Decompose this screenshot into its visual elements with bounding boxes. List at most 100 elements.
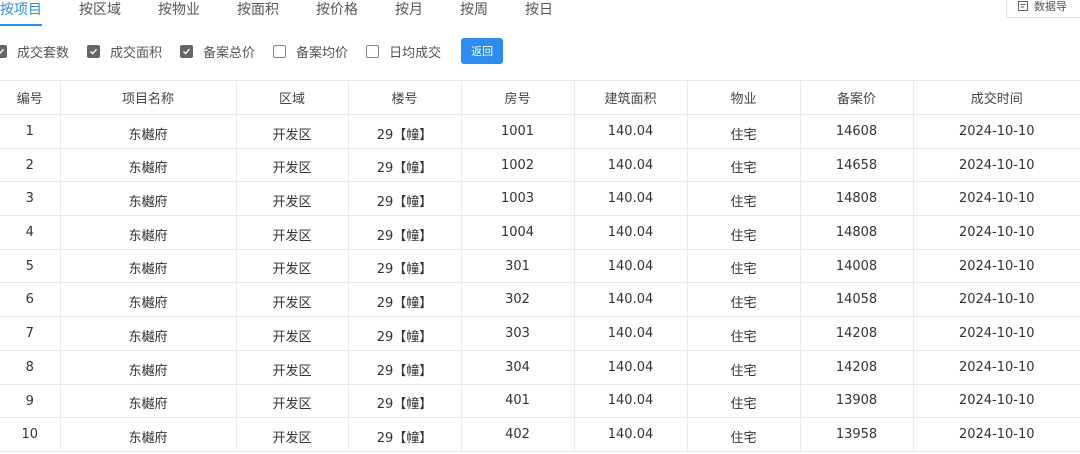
table-cell: 东樾府 <box>60 417 237 452</box>
table-cell: 开发区 <box>236 350 349 385</box>
table-row[interactable]: 1 东樾府 开发区 29【幢】 1001 140.04 住宅 14608 2024-10-10 <box>0 114 1080 149</box>
table-cell: 东樾府 <box>60 350 237 385</box>
table-cell: 东樾府 <box>60 282 237 318</box>
table-cell: 3 <box>0 181 61 217</box>
table-cell: 14808 <box>800 181 914 217</box>
table-cell: 13908 <box>800 384 914 419</box>
table-cell: 开发区 <box>236 215 349 250</box>
export-data-button[interactable]: 数据导 <box>1006 0 1080 18</box>
table-cell: 140.04 <box>574 350 688 385</box>
page-root: 按项目 按区域 按物业 按面积 按价格 按月 按周 按日 数据导 成交套数 成交面积 备案总价 备案… <box>0 0 1080 454</box>
table-cell: 东樾府 <box>60 114 237 149</box>
table-cell: 2024-10-10 <box>913 215 1080 250</box>
table-row[interactable]: 5 东樾府 开发区 29【幢】 301 140.04 住宅 14008 2024-10-10 <box>0 249 1080 284</box>
checkbox-checked-icon[interactable] <box>87 44 101 58</box>
table-row[interactable]: 9 东樾府 开发区 29【幢】 401 140.04 住宅 13908 2024-10-10 <box>0 384 1080 419</box>
table-cell: 住宅 <box>687 148 801 183</box>
table-cell: 29【幢】 <box>348 215 462 250</box>
tab-1[interactable]: 按区域 <box>79 0 121 26</box>
table-cell: 402 <box>461 417 575 452</box>
table-row[interactable]: 7 东樾府 开发区 29【幢】 303 140.04 住宅 14208 2024-10-10 <box>0 316 1080 351</box>
table-cell: 开发区 <box>236 181 349 217</box>
table-cell: 140.04 <box>574 148 688 183</box>
export-file-icon <box>1017 0 1029 12</box>
column-header[interactable]: 区域 <box>236 80 349 115</box>
transaction-table: 编号 项目名称 区域 楼号 房号 建筑面积 物业 备案价 成交时间 1 东樾府 开发区 29【幢】 10… <box>0 80 1080 452</box>
table-cell: 2024-10-10 <box>913 282 1080 318</box>
table-cell: 8 <box>0 350 61 385</box>
table-cell: 2 <box>0 148 61 183</box>
table-cell: 2024-10-10 <box>913 384 1080 419</box>
table-cell: 14208 <box>800 350 914 385</box>
table-cell: 1002 <box>461 148 575 183</box>
table-cell: 14058 <box>800 282 914 318</box>
table-cell: 29【幢】 <box>348 316 462 351</box>
tab-5[interactable]: 按月 <box>395 0 423 26</box>
column-header[interactable]: 备案价 <box>800 80 914 115</box>
table-cell: 1001 <box>461 114 575 149</box>
table-cell: 1004 <box>461 215 575 250</box>
table-cell: 东樾府 <box>60 215 237 250</box>
checkbox-checked-icon[interactable] <box>0 44 7 58</box>
table-cell: 140.04 <box>574 282 688 318</box>
column-header[interactable]: 项目名称 <box>60 80 237 115</box>
table-cell: 1003 <box>461 181 575 217</box>
table-cell: 14608 <box>800 114 914 149</box>
table-cell: 29【幢】 <box>348 114 462 149</box>
table-cell: 东樾府 <box>60 181 237 217</box>
table-cell: 1 <box>0 114 61 149</box>
column-header[interactable]: 楼号 <box>348 80 462 115</box>
back-button[interactable]: 返回 <box>461 38 504 64</box>
tab-0[interactable]: 按项目 <box>0 0 42 26</box>
table-cell: 开发区 <box>236 148 349 183</box>
tab-7[interactable]: 按日 <box>525 0 553 26</box>
table-cell: 14658 <box>800 148 914 183</box>
table-cell: 住宅 <box>687 249 801 284</box>
table-row[interactable]: 8 东樾府 开发区 29【幢】 304 140.04 住宅 14208 2024-10-10 <box>0 350 1080 385</box>
metric-checkbox-1[interactable]: 成交面积 <box>87 42 162 61</box>
table-cell: 2024-10-10 <box>913 148 1080 183</box>
column-header[interactable]: 编号 <box>0 80 61 115</box>
table-cell: 东樾府 <box>60 384 237 419</box>
checkbox-checked-icon[interactable] <box>180 44 194 58</box>
table-cell: 140.04 <box>574 181 688 217</box>
tab-2[interactable]: 按物业 <box>158 0 200 26</box>
table-cell: 29【幢】 <box>348 384 462 419</box>
table-cell: 303 <box>461 316 575 351</box>
export-data-label: 数据导 <box>1034 0 1067 13</box>
tab-bar: 按项目 按区域 按物业 按面积 按价格 按月 按周 按日 <box>0 0 590 26</box>
table-cell: 29【幢】 <box>348 282 462 318</box>
table-row[interactable]: 6 东樾府 开发区 29【幢】 302 140.04 住宅 14058 2024-10-10 <box>0 282 1080 318</box>
tab-4[interactable]: 按价格 <box>316 0 358 26</box>
table-cell: 29【幢】 <box>348 148 462 183</box>
metric-checkbox-row: 成交套数 成交面积 备案总价 备案均价 日均成交 返回 <box>0 38 504 64</box>
table-cell: 2024-10-10 <box>913 181 1080 217</box>
column-header[interactable]: 建筑面积 <box>574 80 688 115</box>
table-cell: 2024-10-10 <box>913 249 1080 284</box>
table-cell: 开发区 <box>236 417 349 452</box>
table-row[interactable]: 4 东樾府 开发区 29【幢】 1004 140.04 住宅 14808 2024-10-10 <box>0 215 1080 250</box>
metric-checkbox-4[interactable]: 日均成交 <box>366 42 441 61</box>
tab-6[interactable]: 按周 <box>460 0 488 26</box>
table-row[interactable]: 10 东樾府 开发区 29【幢】 402 140.04 住宅 13958 2024-10-10 <box>0 417 1080 452</box>
table-cell: 住宅 <box>687 350 801 385</box>
table-cell: 140.04 <box>574 417 688 452</box>
column-header[interactable]: 成交时间 <box>913 80 1080 115</box>
metric-checkbox-0[interactable]: 成交套数 <box>0 42 69 61</box>
table-cell: 29【幢】 <box>348 417 462 452</box>
column-header[interactable]: 物业 <box>687 80 801 115</box>
column-header[interactable]: 房号 <box>461 80 575 115</box>
tab-3[interactable]: 按面积 <box>237 0 279 26</box>
table-row[interactable]: 2 东樾府 开发区 29【幢】 1002 140.04 住宅 14658 2024-10-10 <box>0 148 1080 183</box>
table-cell: 住宅 <box>687 181 801 217</box>
table-cell: 2024-10-10 <box>913 350 1080 385</box>
table-cell: 开发区 <box>236 384 349 419</box>
table-cell: 140.04 <box>574 114 688 149</box>
table-cell: 29【幢】 <box>348 181 462 217</box>
metric-checkbox-3[interactable]: 备案均价 <box>273 42 348 61</box>
table-cell: 10 <box>0 417 61 452</box>
checkbox-empty-icon[interactable] <box>366 44 380 58</box>
checkbox-empty-icon[interactable] <box>273 44 287 58</box>
metric-checkbox-2[interactable]: 备案总价 <box>180 42 255 61</box>
table-row[interactable]: 3 东樾府 开发区 29【幢】 1003 140.04 住宅 14808 2024-10-10 <box>0 181 1080 217</box>
